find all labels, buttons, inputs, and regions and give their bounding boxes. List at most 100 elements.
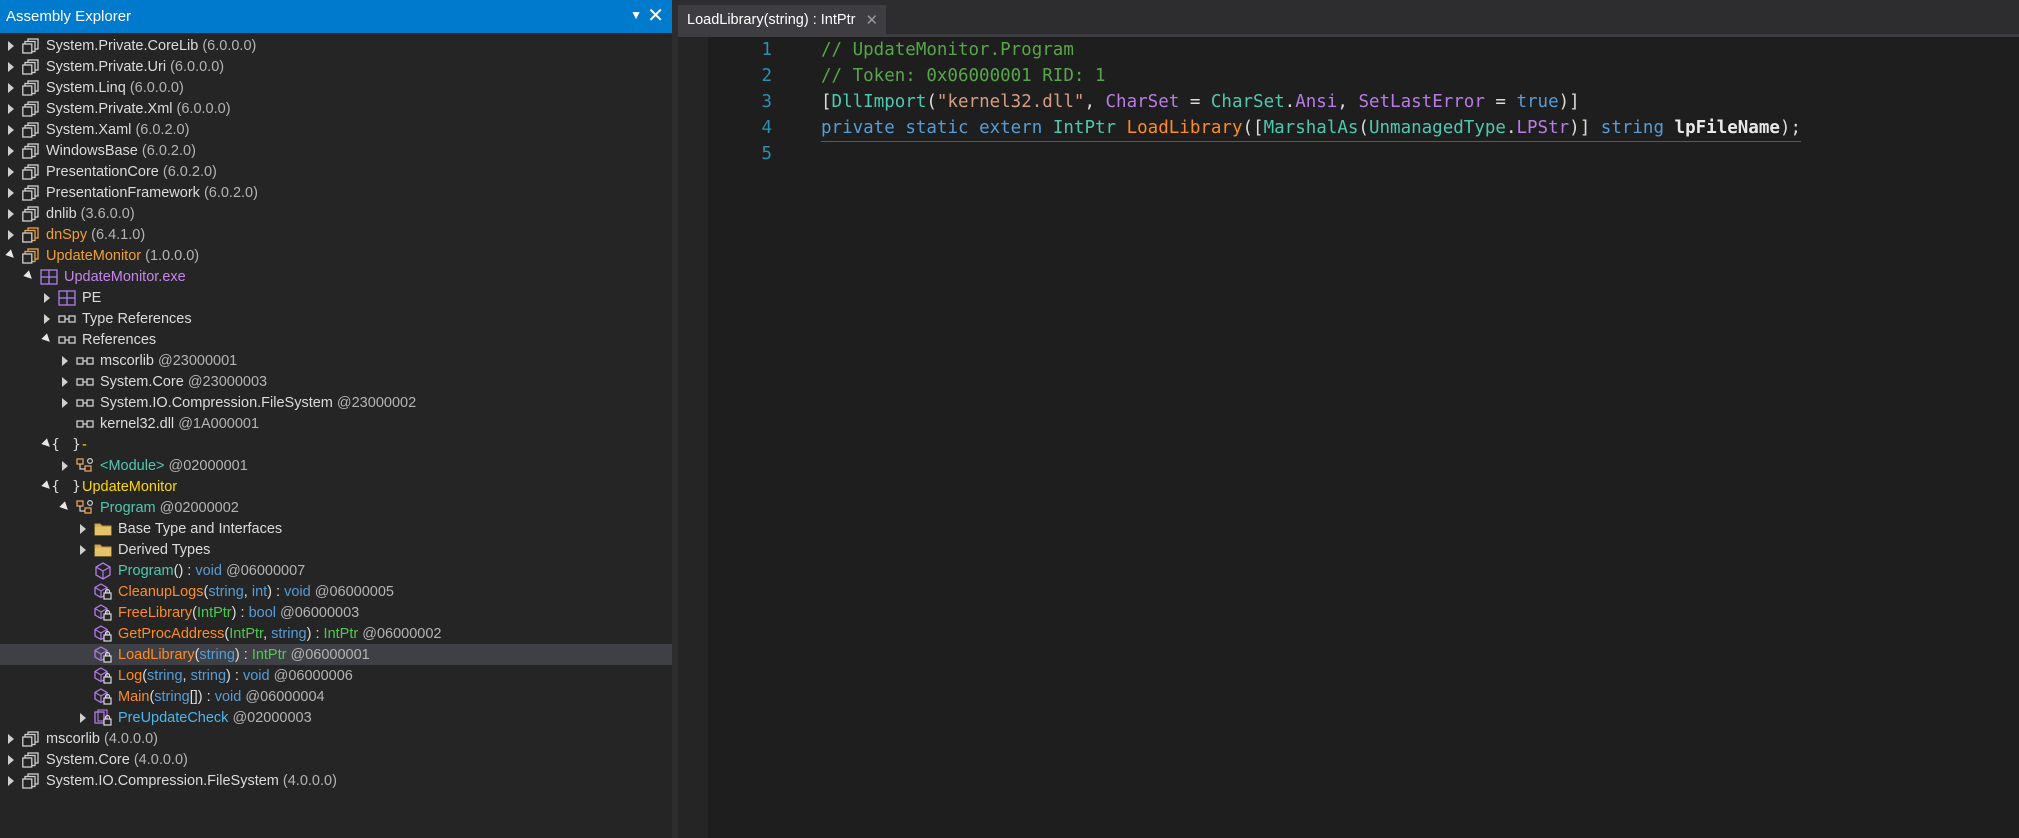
expand-arrow-icon[interactable]	[41, 287, 53, 308]
label-part: WindowsBase	[46, 142, 138, 159]
expand-arrow-icon[interactable]	[59, 371, 71, 392]
label-part: string	[199, 646, 235, 663]
tree-item[interactable]: mscorlib (4.0.0.0)	[0, 728, 672, 749]
expand-arrow-icon[interactable]	[5, 98, 17, 119]
tab-loadlibrary[interactable]: LoadLibrary(string) : IntPtr ✕	[678, 5, 887, 34]
tree-item[interactable]: PresentationFramework (6.0.2.0)	[0, 182, 672, 203]
tree-item[interactable]: dnSpy (6.4.1.0)	[0, 224, 672, 245]
label-part: ) :	[306, 625, 324, 642]
tree-item[interactable]: System.Private.Xml (6.0.0.0)	[0, 98, 672, 119]
expand-arrow-icon[interactable]	[5, 56, 17, 77]
tree-item[interactable]: UpdateMonitor.exe	[0, 266, 672, 287]
expand-arrow-icon[interactable]	[77, 707, 89, 728]
label-part: System.IO.Compression.FileSystem	[100, 394, 333, 411]
expand-arrow-icon[interactable]	[77, 539, 89, 560]
expand-arrow-icon[interactable]	[5, 203, 17, 224]
code-line[interactable]: 1 // UpdateMonitor.Program	[708, 37, 2019, 63]
tree-item[interactable]: System.IO.Compression.FileSystem @230000…	[0, 392, 672, 413]
expand-arrow-icon[interactable]	[5, 35, 17, 56]
tree-item[interactable]: kernel32.dll @1A000001	[0, 413, 672, 434]
tree-item[interactable]: PE	[0, 287, 672, 308]
tree-item-label: System.Core @23000003	[100, 374, 267, 390]
collapse-arrow-icon[interactable]	[59, 497, 71, 518]
tree-item[interactable]: CleanupLogs(string, int) : void @0600000…	[0, 581, 672, 602]
tree-item[interactable]: PresentationCore (6.0.2.0)	[0, 161, 672, 182]
code-line[interactable]: 2 // Token: 0x06000001 RID: 1	[708, 63, 2019, 89]
tree-item-label: WindowsBase (6.0.2.0)	[46, 143, 196, 159]
expand-arrow-icon[interactable]	[59, 392, 71, 413]
tree-item[interactable]: { } UpdateMonitor	[0, 476, 672, 497]
tree-item[interactable]: Program() : void @06000007	[0, 560, 672, 581]
tree-item[interactable]: GetProcAddress(IntPtr, string) : IntPtr …	[0, 623, 672, 644]
tree-item-label: Main(string[]) : void @06000004	[118, 689, 325, 705]
tree-item[interactable]: Program @02000002	[0, 497, 672, 518]
code-view[interactable]: 1 // UpdateMonitor.Program 2 // Token: 0x06…	[708, 37, 2019, 838]
code-line[interactable]: 4 private static extern IntPtr LoadLibrar…	[708, 115, 2019, 142]
line-number: 1	[761, 40, 772, 60]
tree-item[interactable]: Main(string[]) : void @06000004	[0, 686, 672, 707]
tree-item-label: dnlib (3.6.0.0)	[46, 206, 135, 222]
code-token: =	[1484, 92, 1517, 112]
tree-item[interactable]: References	[0, 329, 672, 350]
code-line[interactable]: 5	[708, 141, 2019, 167]
tree-item[interactable]: Type References	[0, 308, 672, 329]
expand-arrow-icon[interactable]	[5, 140, 17, 161]
tab-close-icon[interactable]: ✕	[865, 11, 878, 29]
tree-item[interactable]: mscorlib @23000001	[0, 350, 672, 371]
code-token: static	[905, 118, 969, 138]
tree-item[interactable]: FreeLibrary(IntPtr) : bool @06000003	[0, 602, 672, 623]
collapse-arrow-icon[interactable]	[41, 329, 53, 350]
tree-item[interactable]: WindowsBase (6.0.2.0)	[0, 140, 672, 161]
code-line[interactable]: 3 [DllImport("kernel32.dll", CharSet = Ch…	[708, 89, 2019, 115]
expand-arrow-icon[interactable]	[5, 770, 17, 791]
tree-item[interactable]: System.Xaml (6.0.2.0)	[0, 119, 672, 140]
expand-arrow-icon[interactable]	[59, 350, 71, 371]
label-part: IntPtr	[229, 625, 264, 642]
tree-item-label: Log(string, string) : void @06000006	[118, 668, 353, 684]
expand-arrow-icon[interactable]	[77, 518, 89, 539]
tree-item-label: System.Private.CoreLib (6.0.0.0)	[46, 38, 256, 54]
tree-item-label: UpdateMonitor.exe	[64, 269, 186, 285]
tree-item[interactable]: System.IO.Compression.FileSystem (4.0.0.…	[0, 770, 672, 791]
code-token: UnmanagedType	[1368, 118, 1506, 138]
tree-item-label: -	[82, 437, 87, 453]
expand-arrow-icon[interactable]	[5, 224, 17, 245]
tree-item[interactable]: PreUpdateCheck @02000003	[0, 707, 672, 728]
expand-arrow-icon[interactable]	[41, 308, 53, 329]
close-icon[interactable]: ✕	[647, 4, 664, 28]
tree-item[interactable]: { } -	[0, 434, 672, 455]
assembly-icon	[21, 247, 41, 265]
tree-item[interactable]: System.Private.CoreLib (6.0.0.0)	[0, 35, 672, 56]
expand-arrow-icon[interactable]	[5, 77, 17, 98]
tree-item[interactable]: UpdateMonitor (1.0.0.0)	[0, 245, 672, 266]
tree-item[interactable]: System.Core @23000003	[0, 371, 672, 392]
tree-item[interactable]: System.Core (4.0.0.0)	[0, 749, 672, 770]
collapse-arrow-icon[interactable]	[5, 245, 17, 266]
tree-item-label: Program @02000002	[100, 500, 239, 516]
tree-item[interactable]: <Module> @02000001	[0, 455, 672, 476]
label-part: void	[284, 583, 311, 600]
tree-item[interactable]: LoadLibrary(string) : IntPtr @06000001	[0, 644, 672, 665]
assembly-icon	[21, 772, 41, 790]
assembly-icon	[21, 184, 41, 202]
expand-arrow-icon[interactable]	[5, 119, 17, 140]
line-number: 2	[761, 66, 772, 86]
expand-arrow-icon[interactable]	[5, 728, 17, 749]
label-part: ,	[243, 583, 252, 600]
label-part: ) :	[231, 604, 249, 621]
code-token: ,	[1084, 92, 1106, 112]
editor-margin	[678, 37, 708, 838]
collapse-arrow-icon[interactable]	[23, 266, 35, 287]
tree-item[interactable]: Base Type and Interfaces	[0, 518, 672, 539]
tree-item[interactable]: dnlib (3.6.0.0)	[0, 203, 672, 224]
expand-arrow-icon[interactable]	[5, 161, 17, 182]
tree-item[interactable]: Log(string, string) : void @06000006	[0, 665, 672, 686]
expand-arrow-icon[interactable]	[59, 455, 71, 476]
dropdown-icon[interactable]: ▼	[630, 8, 642, 22]
tree-item[interactable]: System.Linq (6.0.0.0)	[0, 77, 672, 98]
tree-item-label: Program() : void @06000007	[118, 563, 305, 579]
expand-arrow-icon[interactable]	[5, 749, 17, 770]
expand-arrow-icon[interactable]	[5, 182, 17, 203]
tree-item[interactable]: System.Private.Uri (6.0.0.0)	[0, 56, 672, 77]
tree-item[interactable]: Derived Types	[0, 539, 672, 560]
